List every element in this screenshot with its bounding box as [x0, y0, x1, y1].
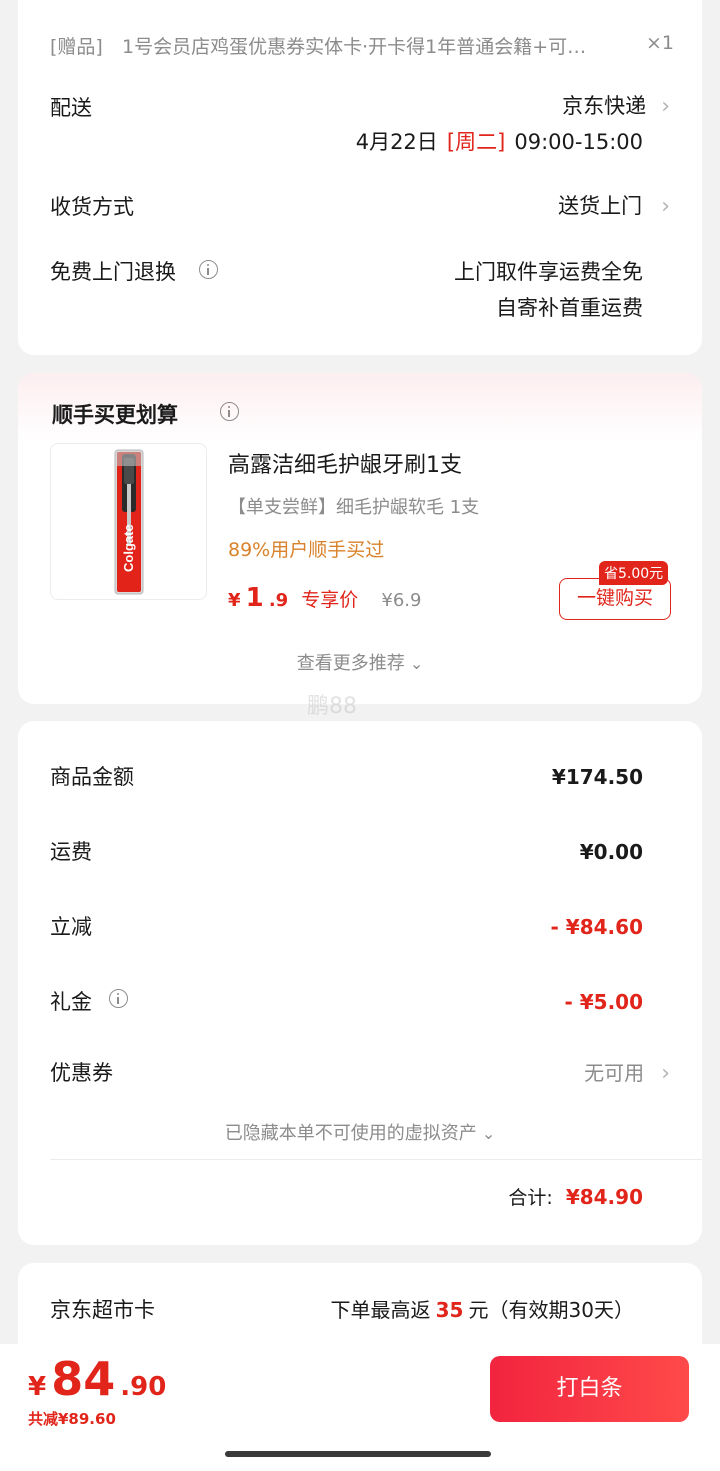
final-price-integer: 84: [51, 1352, 116, 1406]
toothbrush-image: Colgate: [114, 449, 144, 595]
delivery-time[interactable]: 4月22日 [周二] 09:00-15:00: [356, 126, 643, 156]
shipping-fee-value: ¥0.00: [579, 840, 643, 864]
goods-amount-value: ¥174.50: [551, 765, 643, 789]
final-price: ¥ 84 .90: [28, 1352, 166, 1408]
info-icon[interactable]: [199, 260, 218, 279]
cashback-prefix: 下单最高返: [330, 1298, 431, 1322]
order-total: 合计: ¥84.90: [508, 1183, 643, 1210]
pay-button-label: 打白条: [556, 1376, 623, 1401]
free-return-label: 免费上门退换: [50, 260, 176, 284]
receive-method-value: 送货上门: [558, 194, 643, 218]
supermarket-cashback: 下单最高返 35 元（有效期30天）: [331, 1294, 634, 1323]
delivery-card: [赠品] 1号会员店鸡蛋优惠券实体卡·开卡得1年普通会籍+可… ×1 配送 京东…: [18, 0, 702, 355]
delivery-time-range: 09:00-15:00: [514, 130, 643, 154]
delivery-method-selector[interactable]: 京东快递 ›: [562, 90, 670, 120]
product-description: 【单支尝鲜】细毛护龈软毛 1支: [228, 497, 480, 518]
cashback-suffix: 元（有效期30天）: [468, 1298, 634, 1322]
free-return-line2: 自寄补首重运费: [496, 296, 643, 320]
pay-with-baitiao-button[interactable]: 打白条: [490, 1356, 689, 1422]
supermarket-card-label: 京东超市卡: [50, 1298, 155, 1322]
more-recommendations-button[interactable]: 查看更多推荐 ⌄: [18, 649, 702, 675]
final-price-decimal: .90: [120, 1372, 167, 1402]
total-value: ¥84.90: [565, 1185, 643, 1209]
delivery-weekday: [周二]: [446, 130, 506, 154]
home-indicator: [225, 1451, 491, 1457]
free-return-line1: 上门取件享运费全免: [454, 260, 643, 284]
product-name[interactable]: 高露洁细毛护龈牙刷1支: [228, 447, 462, 479]
price-summary-card: 商品金额 ¥174.50 运费 ¥0.00 立减 - ¥84.60 礼金 - ¥…: [18, 721, 702, 1245]
coupon-value: 无可用: [584, 1061, 645, 1085]
chevron-right-icon: ›: [661, 194, 670, 219]
gift-tag: [赠品]: [50, 36, 103, 58]
chevron-down-icon: ⌄: [481, 1124, 496, 1143]
addon-title: 顺手买更划算: [52, 403, 178, 427]
total-saved: 共减¥89.60: [28, 1410, 116, 1428]
total-label: 合计:: [508, 1187, 553, 1209]
gift-money-value: - ¥5.00: [564, 990, 643, 1014]
delivery-method: 京东快递: [562, 94, 647, 118]
price-symbol: ¥: [228, 590, 241, 611]
checkout-bar: ¥ 84 .90 共减¥89.60 打白条: [0, 1344, 720, 1471]
social-proof: 89%用户顺手买过: [228, 539, 385, 561]
final-price-symbol: ¥: [28, 1372, 47, 1402]
price-decimal: .9: [268, 590, 289, 611]
gift-money-label: 礼金: [50, 990, 92, 1014]
save-badge: 省5.00元: [599, 561, 669, 585]
coupon-selector[interactable]: 无可用 ›: [584, 1057, 670, 1086]
price-integer: 1: [245, 583, 264, 613]
delivery-date: 4月22日: [355, 130, 438, 154]
gift-item-row[interactable]: [赠品] 1号会员店鸡蛋优惠券实体卡·开卡得1年普通会籍+可… ×1: [50, 32, 674, 62]
more-recommendations-label: 查看更多推荐: [296, 653, 405, 674]
receive-method-label: 收货方式: [50, 195, 134, 219]
chevron-right-icon: ›: [661, 94, 670, 119]
gift-name: 1号会员店鸡蛋优惠券实体卡·开卡得1年普通会籍+可…: [122, 36, 587, 58]
coupon-label: 优惠券: [50, 1061, 113, 1085]
chevron-down-icon: ⌄: [409, 654, 424, 673]
hidden-assets-toggle[interactable]: 已隐藏本单不可使用的虚拟资产 ⌄: [18, 1119, 702, 1145]
chevron-right-icon: ›: [661, 1061, 670, 1086]
product-image[interactable]: Colgate: [50, 443, 207, 600]
original-price: ¥6.9: [381, 590, 422, 611]
addon-card: 顺手买更划算 Colgate 高露洁细毛护龈牙刷1支 【单支尝鲜】细毛护龈软毛 …: [18, 373, 702, 704]
info-icon[interactable]: [109, 989, 128, 1008]
info-icon[interactable]: [220, 402, 239, 421]
instant-discount-label: 立减: [50, 915, 92, 939]
receive-method-selector[interactable]: 送货上门 ›: [558, 190, 670, 220]
price-tag: 专享价: [301, 589, 359, 611]
cashback-amount: 35: [435, 1298, 464, 1322]
gift-quantity: ×1: [645, 32, 674, 54]
hidden-assets-label: 已隐藏本单不可使用的虚拟资产: [224, 1123, 477, 1144]
goods-amount-label: 商品金额: [50, 765, 134, 789]
delivery-label: 配送: [50, 96, 92, 120]
shipping-fee-label: 运费: [50, 840, 92, 864]
buy-now-label: 一键购买: [576, 587, 653, 609]
save-badge-text: 省5.00元: [604, 566, 664, 582]
instant-discount-value: - ¥84.60: [550, 915, 643, 939]
watermark: 鹏88: [307, 694, 357, 719]
colgate-logo: Colgate: [121, 524, 136, 572]
divider: [50, 1159, 702, 1160]
product-price: ¥ 1 .9 专享价 ¥6.9: [228, 583, 421, 617]
